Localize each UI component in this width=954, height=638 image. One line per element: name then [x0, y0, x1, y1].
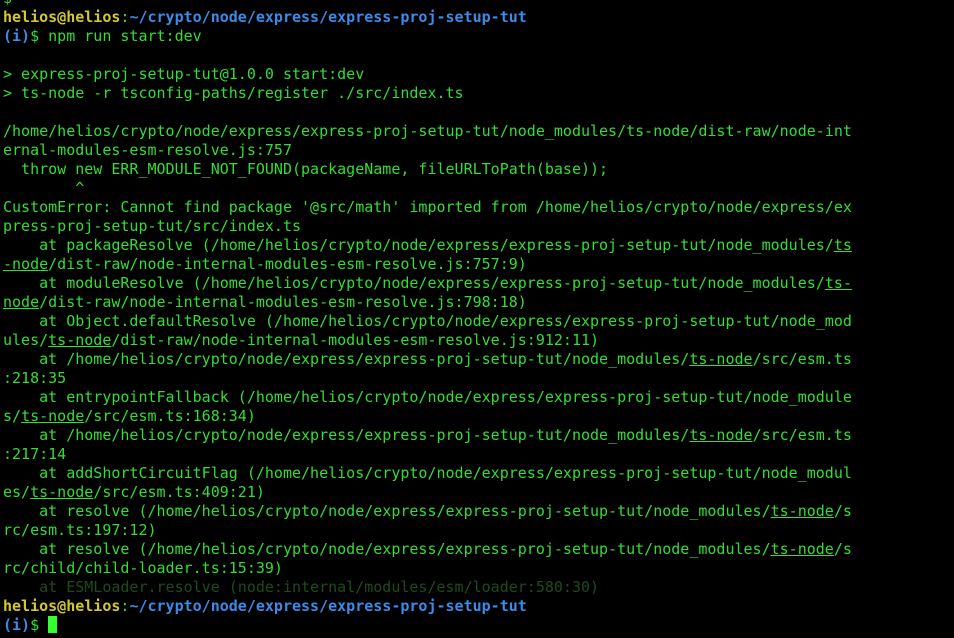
- error-message-line: CustomError: Cannot find package '@src/m…: [3, 198, 852, 216]
- command-input-line[interactable]: (i)$: [3, 616, 954, 635]
- file-link[interactable]: -node: [3, 255, 48, 273]
- stack-trace-line: at packageResolve (/home/helios/crypto/n…: [3, 236, 852, 254]
- error-message-line: press-proj-setup-tut/src/index.ts: [3, 217, 302, 235]
- prompt-path: ~/crypto/node/express/express-proj-setup…: [129, 597, 527, 615]
- stack-trace-line: at resolve (/home/helios/crypto/node/exp…: [3, 540, 852, 558]
- stack-trace-line: -node/dist-raw/node-internal-modules-esm…: [3, 255, 527, 273]
- prompt-symbol: $: [30, 616, 40, 634]
- file-link[interactable]: ts-node: [689, 426, 752, 444]
- file-link[interactable]: ts-node: [21, 407, 84, 425]
- stack-trace-line: :217:14: [3, 445, 67, 463]
- stack-trace-line: at /home/helios/crypto/node/express/expr…: [3, 426, 852, 444]
- file-link[interactable]: node: [3, 293, 39, 311]
- stack-trace-line: ules/ts-node/dist-raw/node-internal-modu…: [3, 331, 600, 349]
- prompt-line: helios@helios:~/crypto/node/express/expr…: [3, 597, 954, 616]
- output-line: > express-proj-setup-tut@1.0.0 start:dev: [3, 65, 365, 83]
- stack-trace-line: at moduleResolve (/home/helios/crypto/no…: [3, 274, 852, 292]
- output-line: ^: [3, 179, 85, 197]
- stack-trace-line: at addShortCircuitFlag (/home/helios/cry…: [3, 464, 852, 482]
- prompt-user-host: helios@helios: [3, 8, 121, 26]
- file-link[interactable]: ts-node: [771, 502, 834, 520]
- prompt-symbol: $: [30, 27, 40, 45]
- terminal-window[interactable]: $ helios@helios:~/crypto/node/express/ex…: [0, 0, 954, 638]
- stack-trace-line: :218:35: [3, 369, 67, 387]
- file-link[interactable]: ts-node: [771, 540, 834, 558]
- stack-trace-line: rc/esm.ts:197:12): [3, 521, 157, 539]
- prompt-indicator: (i): [3, 27, 31, 45]
- command-text: npm run start:dev: [39, 27, 202, 45]
- command-line: (i)$ npm run start:dev: [3, 27, 954, 46]
- stack-trace-line: es/ts-node/src/esm.ts:409:21): [3, 483, 265, 501]
- stack-trace-line: s/ts-node/src/esm.ts:168:34): [3, 407, 256, 425]
- stack-trace-line: at resolve (/home/helios/crypto/node/exp…: [3, 502, 852, 520]
- stack-trace-line: at /home/helios/crypto/node/express/expr…: [3, 350, 852, 368]
- stack-trace-line: rc/child/child-loader.ts:15:39): [3, 559, 283, 577]
- faded-stack-trace-line: at ESMLoader.resolve (node:internal/modu…: [3, 578, 600, 596]
- file-link[interactable]: ts-node: [30, 483, 93, 501]
- file-link[interactable]: ts-node: [48, 331, 111, 349]
- output-line: ernal-modules-esm-resolve.js:757: [3, 141, 292, 159]
- prompt-indicator: (i): [3, 616, 31, 634]
- text-cursor: [48, 616, 58, 633]
- stack-trace-line: node/dist-raw/node-internal-modules-esm-…: [3, 293, 527, 311]
- stack-trace-line: at Object.defaultResolve (/home/helios/c…: [3, 312, 852, 330]
- output-line: throw new ERR_MODULE_NOT_FOUND(packageNa…: [3, 160, 609, 178]
- file-link[interactable]: ts-: [825, 274, 852, 292]
- file-link[interactable]: ts: [834, 236, 852, 254]
- prompt-path: ~/crypto/node/express/express-proj-setup…: [129, 8, 527, 26]
- output-line: /home/helios/crypto/node/express/express…: [3, 122, 852, 140]
- stack-trace-line: at entrypointFallback (/home/helios/cryp…: [3, 388, 852, 406]
- scrolled-off-line: $: [3, 0, 954, 8]
- output-line: > ts-node -r tsconfig-paths/register ./s…: [3, 84, 464, 102]
- prompt-line: helios@helios:~/crypto/node/express/expr…: [3, 8, 954, 27]
- file-link[interactable]: ts-node: [689, 350, 752, 368]
- prompt-user-host: helios@helios: [3, 597, 121, 615]
